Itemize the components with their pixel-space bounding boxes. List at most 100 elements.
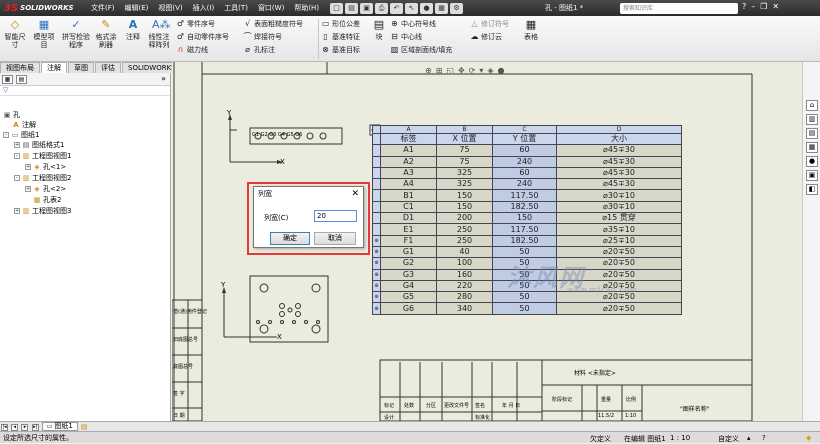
close-icon[interactable]: ✕ — [772, 2, 779, 11]
expand-icon[interactable]: + — [25, 164, 31, 170]
row-handle[interactable]: ⊕ — [372, 245, 381, 259]
select-icon[interactable]: ↖ — [405, 2, 419, 14]
cell-tag[interactable]: G2 — [380, 257, 437, 270]
weld-symbol-button[interactable]: ⌒ 焊接符号 — [243, 31, 283, 42]
menu-file[interactable]: 文件(F) — [90, 3, 116, 13]
prev-sheet-icon[interactable]: ◂ — [11, 424, 19, 431]
add-sheet-icon[interactable]: ▤ — [81, 423, 88, 431]
row-handle[interactable] — [372, 189, 381, 202]
cell-x[interactable]: 40 — [436, 245, 493, 259]
cell-x[interactable]: 100 — [436, 257, 493, 270]
help-icon[interactable]: ? — [762, 434, 766, 442]
tree-view3[interactable]: + ▥ 工程图视图3 — [14, 206, 71, 216]
appearances-icon[interactable]: ● — [806, 156, 818, 167]
cell-size[interactable]: ⌀45∓30 — [556, 166, 682, 180]
expand-icon[interactable]: + — [14, 142, 20, 148]
zoom-fit-icon[interactable]: ⊕ — [425, 66, 432, 75]
revision-cloud-button[interactable]: ☁ 修订云 — [470, 31, 503, 42]
restore-icon[interactable]: ❐ — [760, 2, 767, 11]
cell-size[interactable]: ⌀35∓10 — [556, 223, 682, 236]
cell-y[interactable]: 240 — [492, 178, 557, 191]
tree-sheet[interactable]: – ▭ 图纸1 — [3, 130, 39, 140]
tree-view2[interactable]: – ▥ 工程图视图2 — [14, 173, 71, 183]
rotate-icon[interactable]: ⟳ — [469, 66, 476, 75]
cell-x[interactable]: 220 — [436, 279, 493, 293]
collapse-icon[interactable]: – — [3, 132, 9, 138]
cell-tag[interactable]: G1 — [380, 245, 437, 259]
format-painter-button[interactable]: ✎ 格式涂刷器 — [93, 18, 119, 49]
row-handle[interactable]: ⊕ — [372, 291, 381, 304]
cell-tag[interactable]: E1 — [380, 223, 437, 236]
gtol-button[interactable]: ▭ 形位公差 — [321, 18, 360, 29]
forum-icon[interactable]: ◧ — [806, 184, 818, 195]
tree-hole-table[interactable]: ▦ 孔表2 — [33, 195, 62, 205]
cell-size[interactable]: ⌀30∓10 — [556, 200, 682, 214]
feature-tree-icon[interactable]: ▦ — [2, 74, 13, 84]
cell-size[interactable]: ⌀15 贯穿 — [556, 212, 682, 225]
minimize-icon[interactable]: – — [751, 2, 755, 11]
print-icon[interactable]: ⎙ — [375, 2, 389, 14]
expand-icon[interactable]: + — [25, 186, 31, 192]
row-handle[interactable] — [372, 144, 381, 157]
cell-tag[interactable]: D1 — [380, 212, 437, 225]
magnetic-line-button[interactable]: ∩ 磁力线 — [176, 44, 208, 55]
next-sheet-icon[interactable]: ▸ — [21, 424, 29, 431]
menu-view[interactable]: 视图(V) — [157, 3, 183, 13]
pan-icon[interactable]: ✥ — [458, 66, 465, 75]
balloon-button[interactable]: ♂ 零件序号 — [176, 18, 215, 29]
cell-tag[interactable]: G4 — [380, 279, 437, 293]
cell-x[interactable]: 325 — [436, 166, 493, 180]
row-handle[interactable] — [372, 155, 381, 168]
row-handle[interactable] — [372, 212, 381, 225]
filter-icon[interactable]: ▽ — [0, 86, 170, 96]
row-handle[interactable]: ⊕ — [372, 279, 381, 293]
datum-feature-button[interactable]: ▯ 基准特征 — [321, 31, 360, 42]
cell-tag[interactable]: G3 — [380, 268, 437, 281]
revision-symbol-button[interactable]: △ 修订符号 — [470, 18, 509, 29]
undo-icon[interactable]: ↶ — [390, 2, 404, 14]
cell-x[interactable]: 75 — [436, 155, 493, 168]
cell-size[interactable]: ⌀20∓50 — [556, 302, 682, 315]
column-letter[interactable]: D — [556, 125, 682, 134]
cell-x[interactable]: 75 — [436, 144, 493, 157]
cell-y[interactable]: 182.50 — [492, 234, 557, 247]
tab-sketch[interactable]: 草图 — [68, 62, 94, 73]
cell-x[interactable]: 250 — [436, 234, 493, 247]
row-handle[interactable] — [372, 178, 381, 191]
last-sheet-icon[interactable]: ▸| — [31, 424, 39, 431]
header-tag[interactable]: 标签 — [380, 132, 437, 146]
tree-annotations[interactable]: A 注解 — [12, 120, 36, 130]
property-manager-icon[interactable]: ▤ — [16, 74, 27, 84]
appearance-icon[interactable]: ● — [498, 66, 505, 75]
tab-view-layout[interactable]: 视图布局 — [0, 62, 40, 73]
tree-hole2[interactable]: + ◈ 孔<2> — [25, 184, 66, 194]
cell-y[interactable]: 182.50 — [492, 200, 557, 214]
cell-tag[interactable]: G5 — [380, 291, 437, 304]
custom-properties-icon[interactable]: ▣ — [806, 170, 818, 181]
cell-x[interactable]: 250 — [436, 223, 493, 236]
cell-y[interactable]: 50 — [492, 302, 557, 315]
centerline-button[interactable]: ⊟ 中心线 — [390, 31, 422, 42]
smart-dimension-button[interactable]: ◇ 智能尺寸 — [2, 18, 28, 49]
solidworks-logo[interactable]: 3S SOLIDWORKS — [0, 3, 86, 14]
cell-y[interactable]: 60 — [492, 166, 557, 180]
datum-target-button[interactable]: ⊗ 基准目标 — [321, 44, 360, 55]
menu-window[interactable]: 窗口(W) — [257, 3, 285, 13]
previous-view-icon[interactable]: ◱ — [446, 66, 454, 75]
cell-size[interactable]: ⌀45∓30 — [556, 178, 682, 191]
file-props-icon[interactable]: ▦ — [435, 2, 449, 14]
cell-y[interactable]: 117.50 — [492, 189, 557, 202]
cell-size[interactable]: ⌀20∓50 — [556, 245, 682, 259]
menu-insert[interactable]: 插入(I) — [192, 3, 216, 13]
expand-chevron-icon[interactable]: » — [161, 74, 166, 83]
column-letter[interactable]: B — [436, 125, 493, 134]
cell-size[interactable]: ⌀45∓30 — [556, 144, 682, 157]
cell-tag[interactable]: A2 — [380, 155, 437, 168]
cell-x[interactable]: 325 — [436, 178, 493, 191]
rebuild-icon[interactable]: ● — [420, 2, 434, 14]
menu-edit[interactable]: 编辑(E) — [124, 3, 150, 13]
row-handle[interactable]: ⊕ — [372, 268, 381, 281]
cell-tag[interactable]: B1 — [380, 189, 437, 202]
zoom-area-icon[interactable]: ⊞ — [436, 66, 443, 75]
column-letter[interactable]: C — [492, 125, 557, 134]
